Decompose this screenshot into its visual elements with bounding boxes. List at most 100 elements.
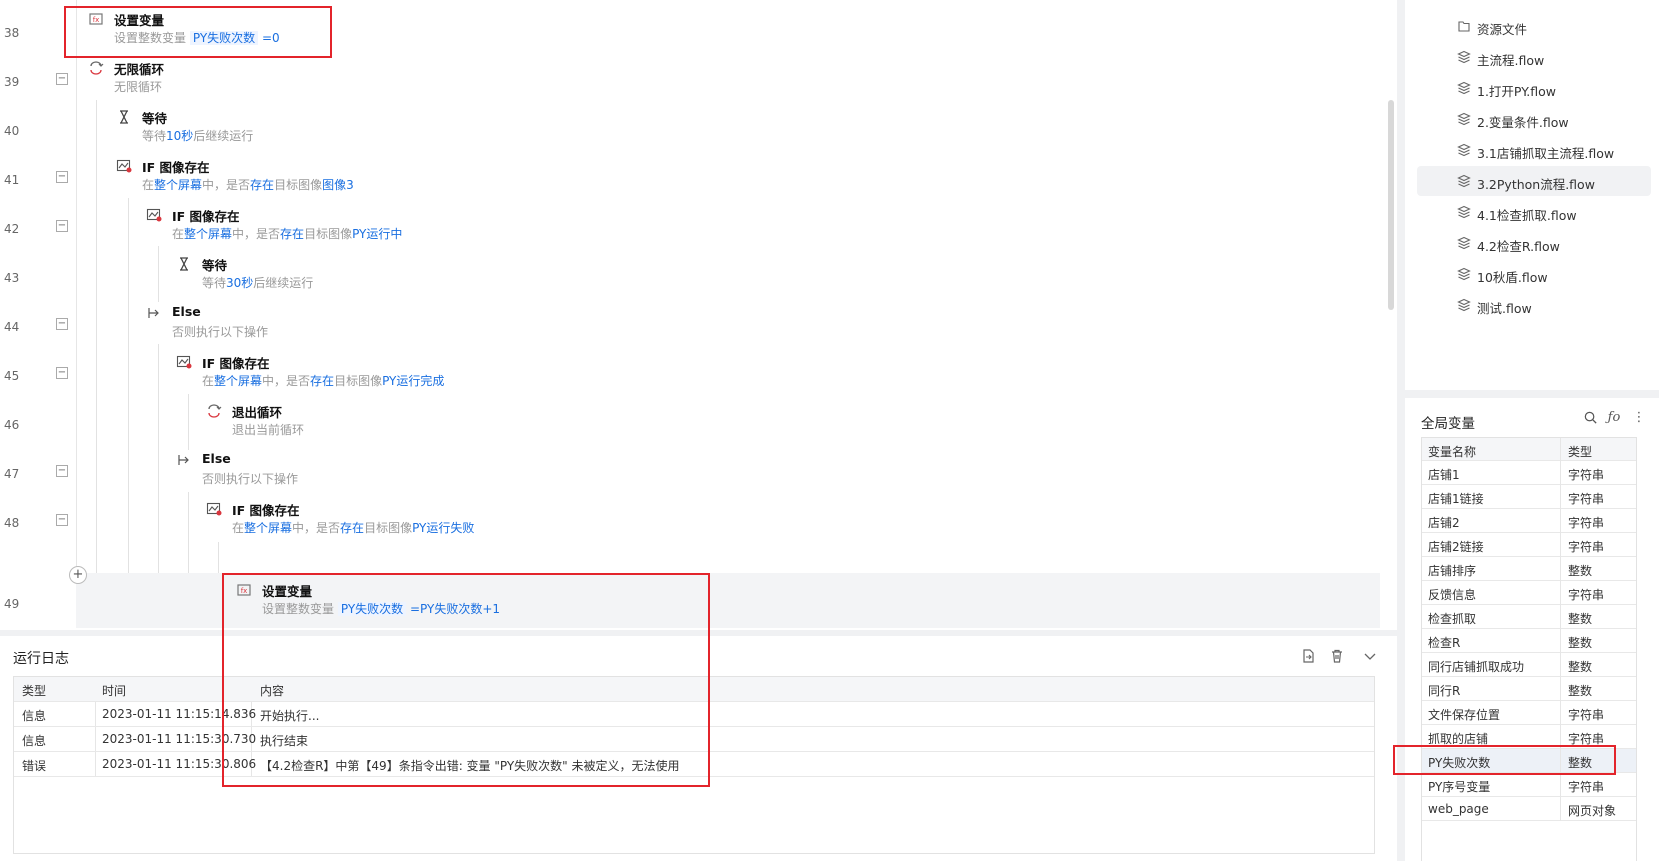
collapse-toggle[interactable]: − xyxy=(56,318,68,330)
flow-file-icon xyxy=(1457,143,1471,157)
search-icon[interactable] xyxy=(1581,410,1599,428)
flow-step-row[interactable]: 46 退出循环 退出当前循环 xyxy=(0,396,1380,448)
step-description: 在整个屏幕中，是否存在目标图像PY运行失败 xyxy=(232,521,475,535)
table-row[interactable]: 信息 2023-01-11 11:15:14.836 开始执行... xyxy=(14,702,1374,727)
set-variable-icon: fx xyxy=(89,13,103,25)
table-row[interactable]: 信息 2023-01-11 11:15:30.730 执行结束 xyxy=(14,727,1374,752)
table-row[interactable]: 店铺2链接 字符串 xyxy=(1422,533,1636,557)
file-item-active[interactable]: 3.2Python流程.flow xyxy=(1417,166,1651,196)
line-number: 38 xyxy=(4,26,20,40)
step-description: 否则执行以下操作 xyxy=(202,472,299,486)
table-row[interactable]: 文件保存位置 字符串 xyxy=(1422,701,1636,725)
column-divider xyxy=(1560,701,1561,725)
table-row[interactable]: 反馈信息 字符串 xyxy=(1422,581,1636,605)
variable-type: 整数 xyxy=(1568,612,1593,626)
column-divider xyxy=(1560,509,1561,533)
log-type: 错误 xyxy=(22,759,47,773)
step-description: 等待30秒后继续运行 xyxy=(202,276,314,290)
table-row[interactable]: 抓取的店铺 字符串 xyxy=(1422,725,1636,749)
flow-step-row[interactable]: 44 − Else 否则执行以下操作 xyxy=(0,298,1380,350)
flow-editor: 38 fx 设置变量 设置整数变量 PY失败次数 =0 39 − 无限循环 无限… xyxy=(0,0,1397,628)
export-log-icon[interactable] xyxy=(1299,648,1317,666)
table-row[interactable]: 检查抓取 整数 xyxy=(1422,605,1636,629)
column-divider xyxy=(1560,605,1561,629)
step-description: 等待10秒后继续运行 xyxy=(142,129,254,143)
line-number: 45 xyxy=(4,369,20,383)
table-row-selected[interactable]: PY失败次数 整数 xyxy=(1422,749,1636,773)
table-row[interactable]: 店铺1链接 字符串 xyxy=(1422,485,1636,509)
collapse-toggle[interactable]: − xyxy=(56,514,68,526)
step-title: IF 图像存在 xyxy=(142,160,210,175)
table-row[interactable]: PY序号变量 字符串 xyxy=(1422,773,1636,797)
flow-file-icon xyxy=(1457,81,1471,95)
exit-loop-icon xyxy=(208,404,222,418)
column-header: 时间 xyxy=(102,684,127,698)
else-branch-icon xyxy=(178,455,189,465)
svg-text:fx: fx xyxy=(93,16,100,24)
flow-step-row[interactable]: 47 − Else 否则执行以下操作 xyxy=(0,445,1380,497)
global-variables-table: 变量名称 类型 店铺1 字符串 店铺1链接 字符串 店铺2 字符串 店铺2链接 字符串 … xyxy=(1421,437,1637,861)
line-number: 47 xyxy=(4,467,20,481)
flow-step-row[interactable]: 43 等待 等待30秒后继续运行 xyxy=(0,249,1380,301)
step-title: Else xyxy=(172,304,201,319)
flow-step-row[interactable]: 48 − IF 图像存在 在整个屏幕中，是否存在目标图像PY运行失败 xyxy=(0,494,1380,546)
right-panel: 资源文件 主流程.flow 1.打开PY.flow 2.变量条件.flow 3.… xyxy=(1397,0,1659,861)
image-exists-icon xyxy=(116,159,132,173)
chevron-down-icon[interactable] xyxy=(1361,648,1379,666)
hourglass-icon xyxy=(120,110,128,124)
collapse-toggle[interactable]: − xyxy=(56,73,68,85)
table-row[interactable]: 检查R 整数 xyxy=(1422,629,1636,653)
collapse-toggle[interactable]: − xyxy=(56,465,68,477)
variable-type: 字符串 xyxy=(1568,516,1605,530)
table-row[interactable]: 同行店铺抓取成功 整数 xyxy=(1422,653,1636,677)
variable-name: web_page xyxy=(1428,802,1489,816)
editor-scrollbar[interactable] xyxy=(1388,100,1394,310)
add-step-button[interactable]: + xyxy=(69,566,87,584)
collapse-toggle[interactable]: − xyxy=(56,367,68,379)
step-description: 无限循环 xyxy=(114,80,163,94)
flow-step-row[interactable]: 38 fx 设置变量 设置整数变量 PY失败次数 =0 xyxy=(0,4,1380,56)
file-item[interactable]: 主流程.flow xyxy=(1417,42,1651,72)
image-exists-icon xyxy=(206,502,222,516)
run-log-title: 运行日志 xyxy=(13,651,69,667)
table-row[interactable]: 同行R 整数 xyxy=(1422,677,1636,701)
file-item[interactable]: 1.打开PY.flow xyxy=(1417,73,1651,103)
variable-type: 字符串 xyxy=(1568,708,1605,722)
log-content: 【4.2检查R】中第【49】条指令出错: 变量 "PY失败次数" 未被定义，无法… xyxy=(260,759,680,773)
line-number: 44 xyxy=(4,320,20,334)
file-label: 资源文件 xyxy=(1477,22,1528,37)
column-divider xyxy=(1560,581,1561,605)
collapse-toggle[interactable]: − xyxy=(56,220,68,232)
collapse-toggle[interactable]: − xyxy=(56,171,68,183)
variable-type: 整数 xyxy=(1568,684,1593,698)
table-row[interactable]: 店铺1 字符串 xyxy=(1422,461,1636,485)
flow-step-row[interactable]: 40 等待 等待10秒后继续运行 xyxy=(0,102,1380,154)
file-item[interactable]: 4.1检查抓取.flow xyxy=(1417,197,1651,227)
column-divider xyxy=(1560,438,1561,462)
table-row[interactable]: 店铺2 字符串 xyxy=(1422,509,1636,533)
file-item[interactable]: 资源文件 xyxy=(1417,11,1651,41)
flow-step-row[interactable]: 39 − 无限循环 无限循环 xyxy=(0,53,1380,105)
trash-icon[interactable] xyxy=(1328,648,1346,666)
function-icon[interactable]: ƒo xyxy=(1605,410,1623,428)
file-item[interactable]: 2.变量条件.flow xyxy=(1417,104,1651,134)
flow-step-row[interactable]: 42 − IF 图像存在 在整个屏幕中，是否存在目标图像PY运行中 xyxy=(0,200,1380,252)
flow-step-row[interactable]: 45 − IF 图像存在 在整个屏幕中，是否存在目标图像PY运行完成 xyxy=(0,347,1380,399)
table-row[interactable]: web_page 网页对象 xyxy=(1422,797,1636,821)
flow-step-row[interactable]: 49 fx 设置变量 设置整数变量 PY失败次数 =PY失败次数+1 xyxy=(0,575,1380,627)
log-time: 2023-01-11 11:15:14.836 xyxy=(102,707,257,721)
file-item[interactable]: 4.2检查R.flow xyxy=(1417,228,1651,258)
flow-file-icon xyxy=(1457,267,1471,281)
file-item[interactable]: 3.1店铺抓取主流程.flow xyxy=(1417,135,1651,165)
file-item[interactable]: 测试.flow xyxy=(1417,290,1651,320)
table-row[interactable]: 错误 2023-01-11 11:15:30.806 【4.2检查R】中第【49… xyxy=(14,752,1374,777)
file-item[interactable]: 10秋盾.flow xyxy=(1417,259,1651,289)
step-title: 退出循环 xyxy=(232,405,283,420)
flow-step-row[interactable]: 41 − IF 图像存在 在整个屏幕中，是否存在目标图像图像3 xyxy=(0,151,1380,203)
file-label: 1.打开PY.flow xyxy=(1477,84,1557,99)
column-divider xyxy=(1560,725,1561,749)
more-options-icon[interactable]: ⋮ xyxy=(1630,410,1648,428)
line-number: 48 xyxy=(4,516,20,530)
variable-name: 店铺2 xyxy=(1428,516,1460,530)
table-row[interactable]: 店铺排序 整数 xyxy=(1422,557,1636,581)
